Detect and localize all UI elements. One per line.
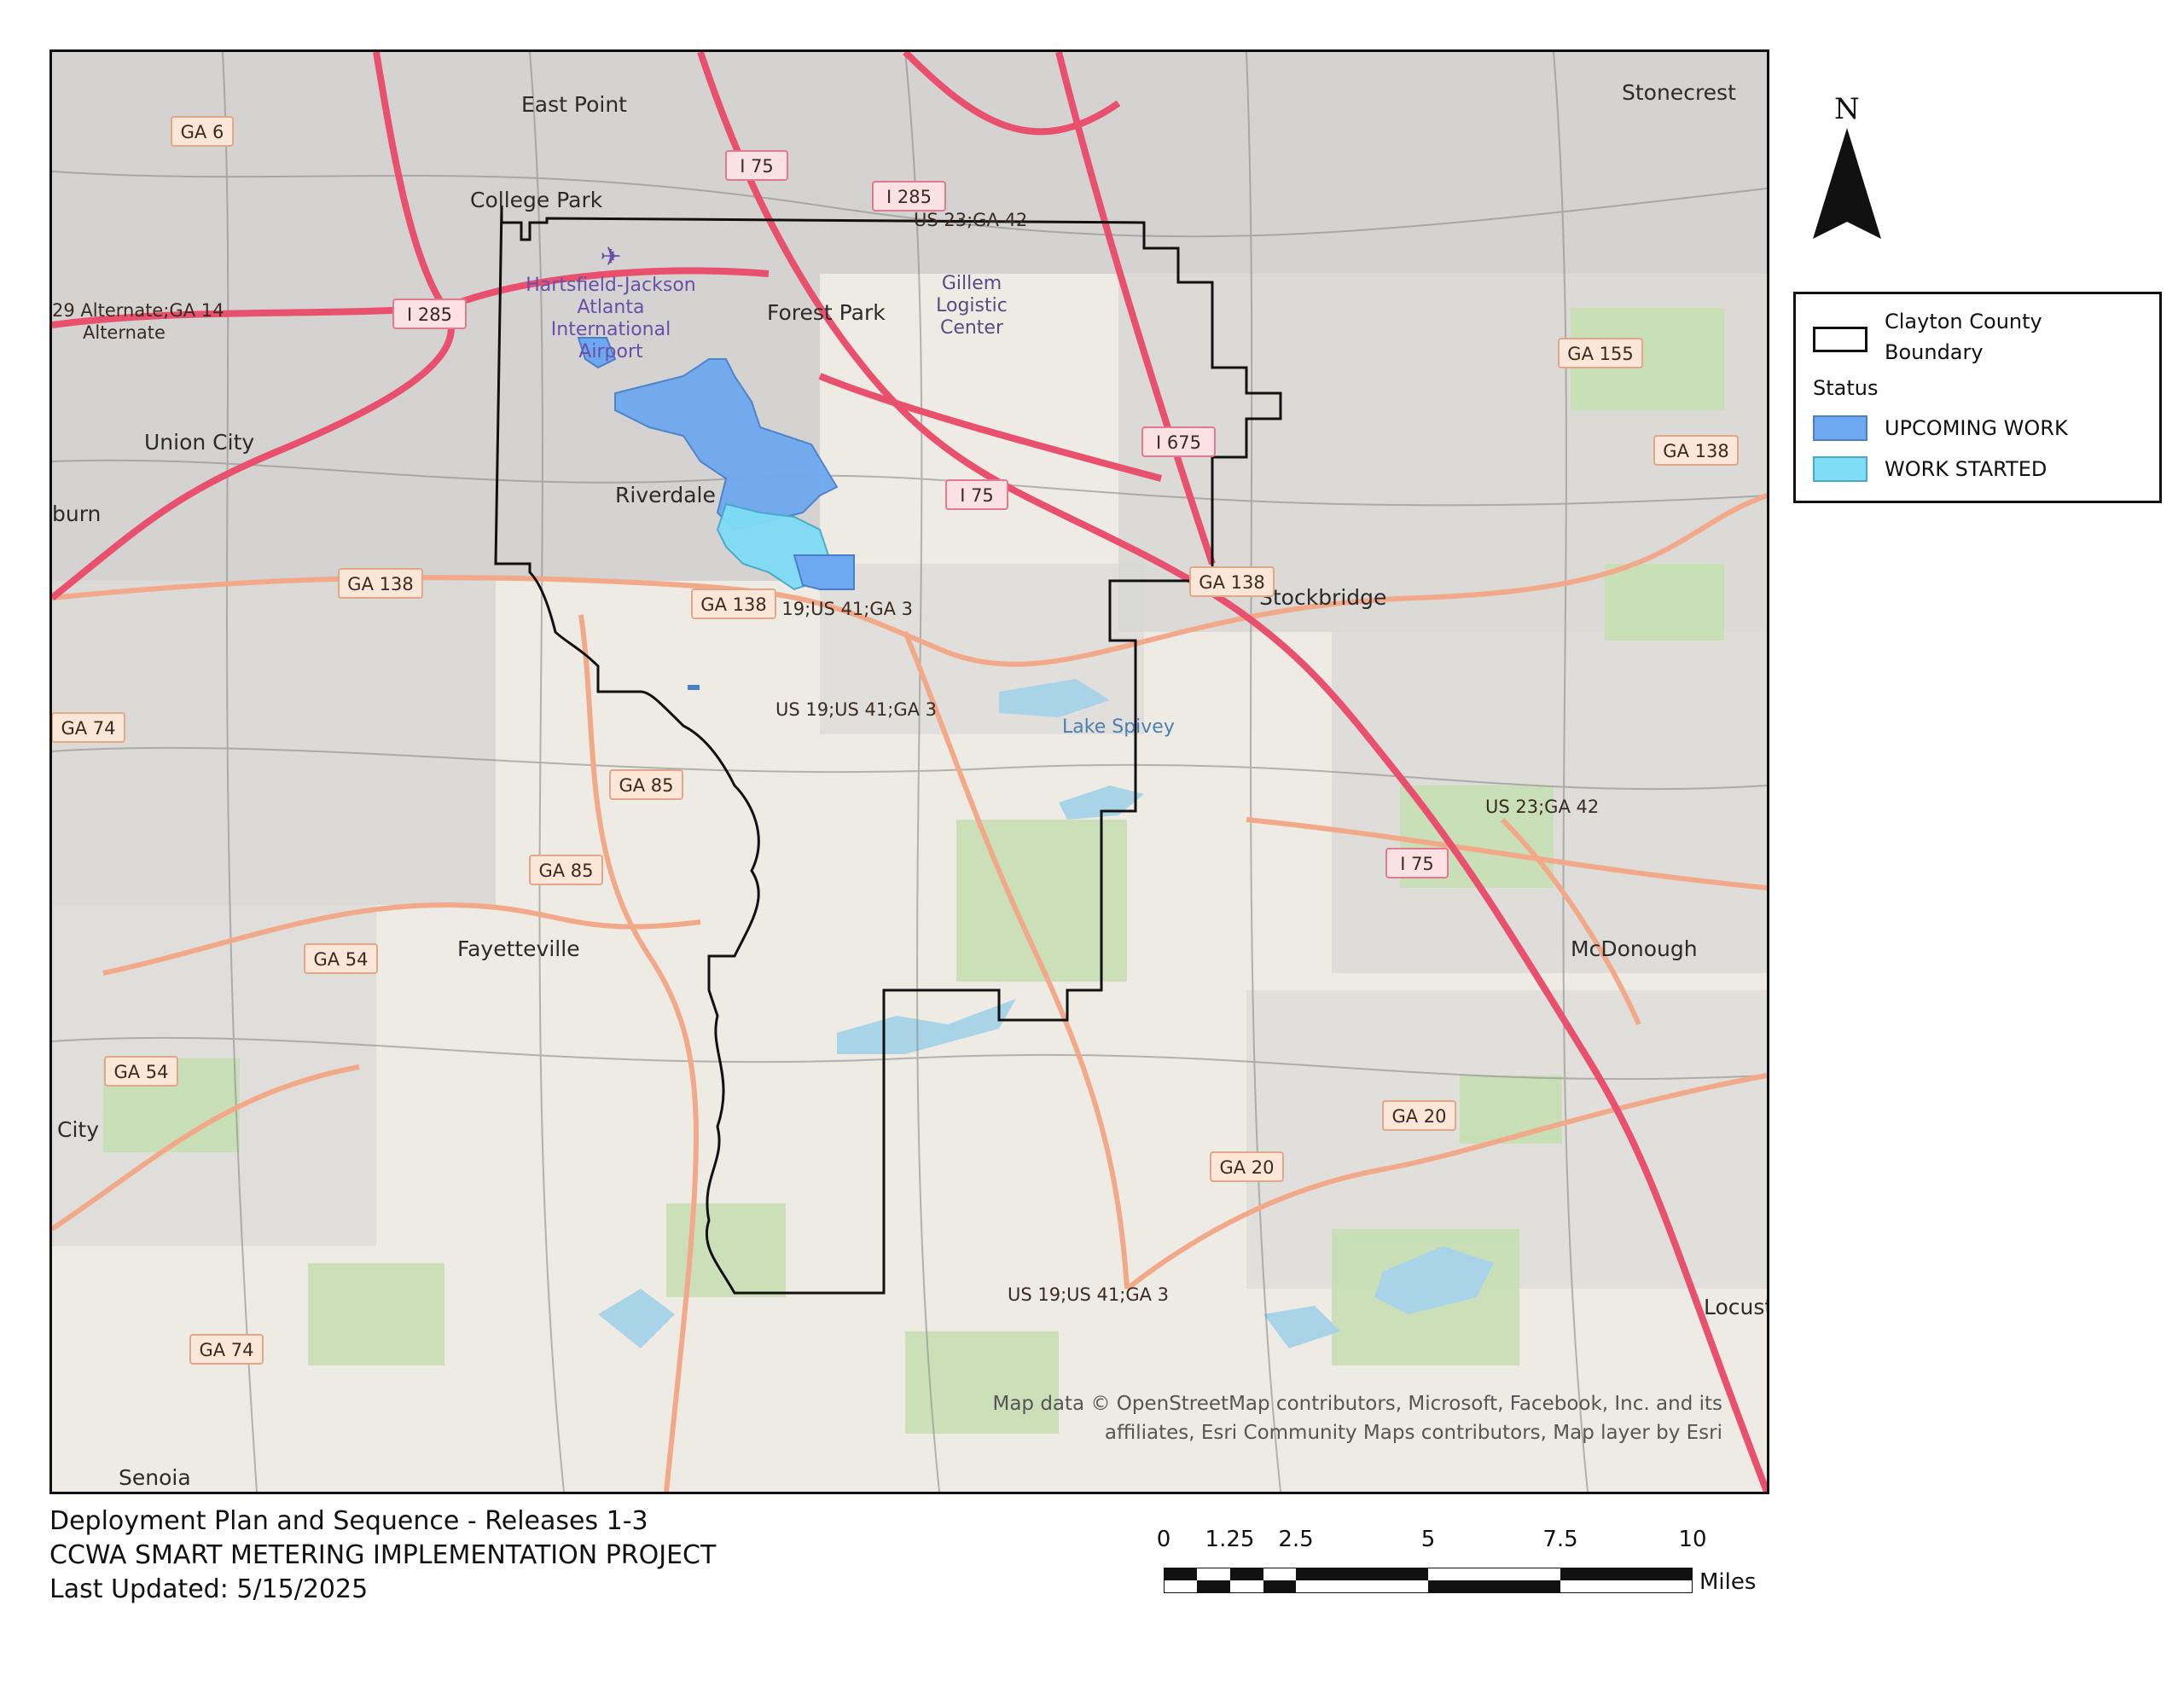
north-arrow-icon bbox=[1813, 128, 1881, 239]
place-label: College Park bbox=[470, 188, 603, 212]
route-shield: I 675 bbox=[1141, 426, 1216, 457]
route-shield: GA 138 bbox=[338, 568, 423, 599]
title-line-1: Deployment Plan and Sequence - Releases … bbox=[49, 1506, 648, 1536]
small-work-parcel bbox=[688, 685, 700, 690]
map-title-block: Deployment Plan and Sequence - Releases … bbox=[49, 1504, 716, 1607]
route-shield: I 285 bbox=[392, 299, 467, 329]
scale-tick-label: 7.5 bbox=[1542, 1527, 1578, 1552]
legend-started-swatch bbox=[1813, 456, 1867, 482]
route-shield-label: I 285 bbox=[407, 304, 452, 325]
route-shield-label: GA 138 bbox=[347, 574, 413, 594]
route-shield-label: I 75 bbox=[1400, 854, 1434, 874]
route-shield-label: I 75 bbox=[740, 156, 774, 177]
svg-text:US 19;US 41;GA 3: US 19;US 41;GA 3 bbox=[1008, 1284, 1169, 1305]
place-label: Stockbridge bbox=[1259, 585, 1386, 610]
svg-text:Airport: Airport bbox=[578, 341, 643, 362]
route-shield-label: GA 54 bbox=[113, 1062, 168, 1082]
route-shield: GA 138 bbox=[1653, 435, 1739, 466]
svg-text:affiliates, Esri Community Map: affiliates, Esri Community Maps contribu… bbox=[1105, 1422, 1722, 1444]
svg-text:Map data © OpenStreetMap contr: Map data © OpenStreetMap contributors, M… bbox=[992, 1393, 1722, 1415]
route-shield: GA 20 bbox=[1210, 1151, 1284, 1182]
map-frame[interactable]: East Point College Park Forest Park Rive… bbox=[49, 49, 1769, 1494]
place-label: Locust bbox=[1704, 1295, 1767, 1319]
place-label: City bbox=[57, 1117, 99, 1142]
place-label: burn bbox=[52, 501, 101, 526]
route-shield-label: GA 155 bbox=[1567, 344, 1633, 364]
svg-text:US 23;GA 42: US 23;GA 42 bbox=[914, 210, 1027, 230]
route-shield-label: GA 85 bbox=[619, 775, 673, 796]
route-shield: I 285 bbox=[872, 181, 946, 212]
route-shield-label: GA 54 bbox=[313, 949, 368, 970]
scale-tick-label: 1.25 bbox=[1205, 1527, 1255, 1552]
place-label: Stonecrest bbox=[1622, 80, 1736, 105]
lake-label: Lake Spivey bbox=[1062, 716, 1175, 738]
route-shield: I 75 bbox=[725, 150, 788, 181]
route-shield-label: GA 85 bbox=[538, 861, 593, 881]
airport-icon: ✈ bbox=[600, 242, 621, 272]
route-shield: GA 85 bbox=[529, 855, 603, 885]
route-shield-label: I 675 bbox=[1156, 432, 1201, 453]
route-shield: I 75 bbox=[1385, 848, 1449, 878]
place-label: Senoia bbox=[119, 1465, 191, 1490]
svg-text:Logistic: Logistic bbox=[936, 295, 1008, 316]
logistic-center-label: Gillem Logistic Center bbox=[936, 273, 1008, 339]
route-shield-label: GA 20 bbox=[1219, 1157, 1274, 1178]
route-shield: GA 138 bbox=[691, 588, 776, 619]
legend-upcoming-swatch bbox=[1813, 415, 1867, 441]
place-label: Forest Park bbox=[767, 300, 886, 325]
route-shield: GA 6 bbox=[171, 116, 234, 147]
title-line-2: CCWA SMART METERING IMPLEMENTATION PROJE… bbox=[49, 1540, 717, 1570]
scale-units: Miles bbox=[1699, 1569, 1757, 1595]
svg-text:International: International bbox=[551, 319, 671, 340]
scale-tick-label: 10 bbox=[1678, 1527, 1707, 1552]
route-shield-label: GA 20 bbox=[1391, 1106, 1446, 1127]
upcoming-work-area-3 bbox=[793, 554, 855, 590]
place-label: Fayetteville bbox=[457, 936, 580, 961]
place-label: McDonough bbox=[1571, 936, 1698, 961]
place-label: Union City bbox=[144, 430, 254, 455]
route-shield: GA 155 bbox=[1558, 338, 1643, 368]
route-shield: GA 138 bbox=[1189, 566, 1275, 597]
route-shield-label: I 75 bbox=[960, 485, 994, 506]
svg-text:Gillem: Gillem bbox=[942, 273, 1002, 294]
scale-tick-label: 5 bbox=[1420, 1527, 1436, 1552]
route-shield-label: I 285 bbox=[886, 187, 932, 207]
last-updated: Last Updated: 5/15/2025 bbox=[49, 1574, 369, 1604]
route-shield-label: GA 138 bbox=[1199, 572, 1264, 593]
route-shield-label: GA 138 bbox=[700, 594, 766, 615]
svg-text:US 19;US 41;GA 3: US 19;US 41;GA 3 bbox=[775, 699, 937, 720]
route-shield: GA 74 bbox=[189, 1334, 264, 1365]
route-shield-label: GA 74 bbox=[61, 718, 115, 739]
svg-text:Hartsfield-Jackson: Hartsfield-Jackson bbox=[526, 275, 695, 296]
legend: Clayton County Boundary Status UPCOMING … bbox=[1793, 292, 2162, 503]
svg-text:29 Alternate;GA 14: 29 Alternate;GA 14 bbox=[52, 300, 224, 321]
route-shield: GA 20 bbox=[1382, 1100, 1456, 1131]
route-shield: GA 85 bbox=[609, 769, 683, 800]
route-shield: GA 54 bbox=[304, 943, 378, 974]
scale-tick-label: 2.5 bbox=[1278, 1527, 1314, 1552]
route-shield-label: GA 6 bbox=[181, 122, 224, 142]
scale-tick-label: 0 bbox=[1156, 1527, 1171, 1552]
route-shield: GA 74 bbox=[52, 712, 125, 743]
legend-status-heading: Status bbox=[1813, 376, 1879, 400]
svg-text:US 23;GA 42: US 23;GA 42 bbox=[1485, 797, 1599, 817]
scale-bar-graphic bbox=[1164, 1568, 1693, 1593]
svg-text:Atlanta: Atlanta bbox=[578, 297, 645, 318]
legend-started-label: WORK STARTED bbox=[1885, 457, 2048, 481]
svg-text:Center: Center bbox=[940, 317, 1004, 339]
route-shield-label: GA 138 bbox=[1663, 441, 1728, 461]
legend-upcoming-label: UPCOMING WORK bbox=[1885, 416, 2068, 440]
route-shield-label: GA 74 bbox=[199, 1340, 253, 1360]
svg-text:Alternate: Alternate bbox=[83, 322, 166, 343]
route-shield: GA 54 bbox=[104, 1056, 178, 1087]
scale-bar: 0 1.25 2.5 5 7.5 10 Miles bbox=[1156, 1527, 1774, 1603]
place-label: East Point bbox=[521, 92, 627, 117]
legend-boundary-swatch bbox=[1813, 327, 1867, 352]
place-label: Riverdale bbox=[615, 483, 716, 507]
route-shield: I 75 bbox=[945, 479, 1008, 510]
legend-boundary-label: Clayton County Boundary bbox=[1885, 310, 2042, 364]
map-canvas[interactable]: East Point College Park Forest Park Rive… bbox=[52, 52, 1767, 1492]
